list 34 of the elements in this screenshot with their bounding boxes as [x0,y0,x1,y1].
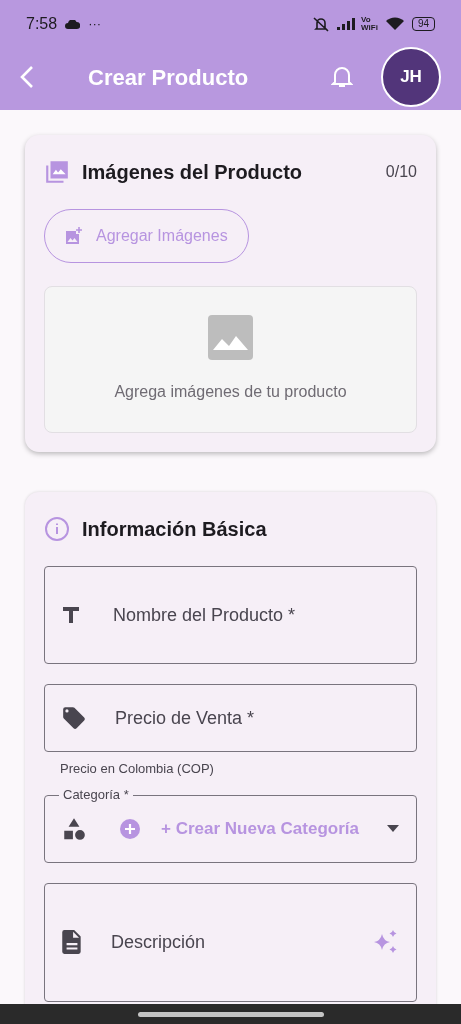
card-title: Información Básica [82,517,267,542]
create-category-text: + Crear Nueva Categoría [161,817,359,840]
image-counter: 0/10 [385,162,417,182]
product-name-field[interactable]: Nombre del Producto * [44,566,417,664]
muted-bell-icon [313,16,330,32]
more-indicator: ··· [88,15,102,34]
info-icon [44,516,70,542]
description-field[interactable]: Descripción [44,882,417,1002]
field-placeholder: Precio de Venta * [115,706,255,730]
add-circle-icon [119,817,141,840]
tag-icon [61,705,87,731]
helper-text: Precio en Colombia (COP) [59,760,215,778]
dropdown-caret-icon [386,825,399,832]
price-field[interactable]: Precio de Venta * [44,684,417,752]
field-placeholder: Nombre del Producto * [113,603,296,627]
text-icon [61,605,81,625]
document-icon [61,929,83,955]
notification-bell-icon[interactable] [331,65,353,89]
back-icon[interactable] [18,65,36,89]
wifi-icon [385,17,404,31]
signal-icon [337,18,358,30]
cloud-icon [65,19,81,29]
image-placeholder-icon [208,315,253,360]
user-avatar[interactable]: JH [381,47,441,107]
empty-images-text: Agrega imágenes de tu producto [114,382,347,402]
status-time: 7:58 [26,14,58,34]
field-placeholder: Descripción [111,930,207,954]
vowifi-indicator: Vo WiFi [361,16,378,32]
card-title: Imágenes del Producto [82,160,304,185]
add-photo-icon [65,227,83,245]
page-title: Crear Producto [88,63,250,92]
photo-library-icon [44,159,70,185]
home-handle[interactable] [137,1011,324,1017]
battery-indicator: 94 [411,17,435,31]
